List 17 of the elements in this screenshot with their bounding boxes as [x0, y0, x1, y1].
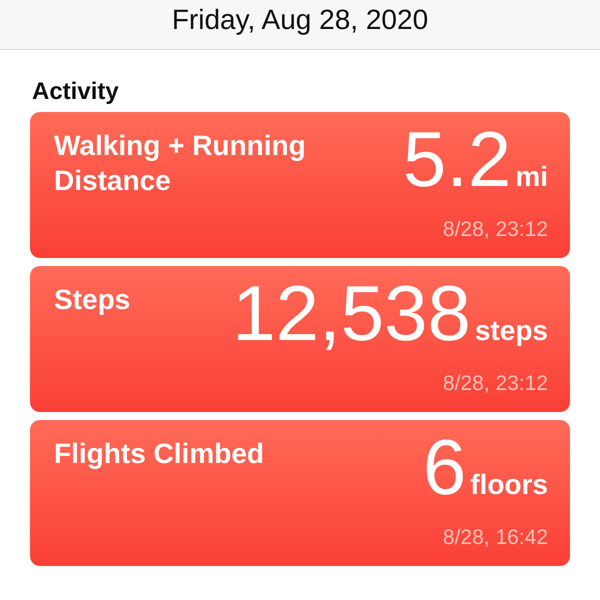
timestamp: 8/28, 16:42 — [442, 526, 548, 550]
card-title: Walking + Running Distance — [54, 129, 307, 198]
card-title: Flights Climbed — [54, 437, 265, 471]
metric-value: 12,538 — [232, 274, 471, 352]
metric-unit: steps — [474, 315, 548, 347]
section-title: Activity — [32, 78, 120, 106]
activity-card[interactable]: Flights Climbed 6 floors 8/28, 16:42 — [30, 420, 570, 566]
metric-unit: mi — [515, 161, 548, 193]
timestamp: 8/28, 23:12 — [442, 372, 548, 396]
activity-card[interactable]: Walking + Running Distance 5.2 mi 8/28, 23:12 — [30, 112, 570, 258]
activity-card[interactable]: Steps 12,538 steps 8/28, 23:12 — [30, 266, 570, 412]
timestamp: 8/28, 23:12 — [442, 218, 548, 242]
card-title: Steps — [54, 283, 132, 317]
metric-unit: floors — [470, 469, 548, 501]
metric-value: 6 — [422, 428, 466, 506]
date-title: Friday, Aug 28, 2020 — [172, 4, 428, 36]
metric-value: 5.2 — [402, 120, 512, 198]
